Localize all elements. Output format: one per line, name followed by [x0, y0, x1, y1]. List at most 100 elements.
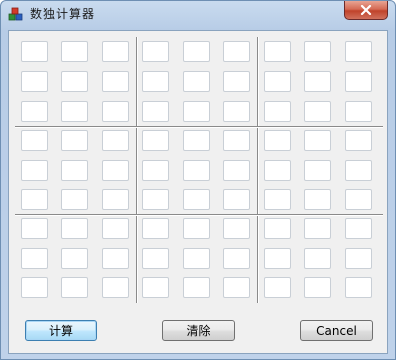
sudoku-cell[interactable] — [61, 248, 88, 270]
sudoku-cell-input[interactable] — [22, 220, 47, 240]
sudoku-cell-input[interactable] — [224, 103, 249, 123]
sudoku-cell[interactable] — [61, 277, 88, 299]
sudoku-cell[interactable] — [102, 101, 129, 123]
sudoku-cell[interactable] — [304, 101, 331, 123]
sudoku-cell-input[interactable] — [62, 220, 87, 240]
sudoku-cell[interactable] — [102, 277, 129, 299]
sudoku-cell-input[interactable] — [143, 220, 168, 240]
sudoku-cell-input[interactable] — [103, 132, 128, 152]
sudoku-cell-input[interactable] — [305, 103, 330, 123]
sudoku-cell-input[interactable] — [103, 220, 128, 240]
sudoku-cell[interactable] — [264, 71, 291, 93]
sudoku-cell[interactable] — [304, 248, 331, 270]
sudoku-cell[interactable] — [21, 160, 48, 182]
sudoku-cell-input[interactable] — [103, 73, 128, 93]
sudoku-cell[interactable] — [345, 218, 372, 240]
sudoku-cell[interactable] — [183, 248, 210, 270]
sudoku-cell[interactable] — [102, 41, 129, 63]
sudoku-cell-input[interactable] — [265, 132, 290, 152]
sudoku-cell-input[interactable] — [224, 279, 249, 299]
sudoku-cell[interactable] — [223, 41, 250, 63]
sudoku-cell-input[interactable] — [346, 103, 371, 123]
sudoku-cell-input[interactable] — [62, 191, 87, 211]
sudoku-cell[interactable] — [21, 248, 48, 270]
sudoku-cell-input[interactable] — [346, 43, 371, 63]
sudoku-cell[interactable] — [102, 160, 129, 182]
sudoku-cell-input[interactable] — [22, 250, 47, 270]
sudoku-cell[interactable] — [21, 277, 48, 299]
sudoku-cell-input[interactable] — [224, 43, 249, 63]
sudoku-cell-input[interactable] — [143, 73, 168, 93]
sudoku-cell-input[interactable] — [346, 132, 371, 152]
sudoku-cell[interactable] — [264, 248, 291, 270]
sudoku-cell[interactable] — [223, 160, 250, 182]
sudoku-cell[interactable] — [304, 218, 331, 240]
sudoku-cell[interactable] — [223, 277, 250, 299]
sudoku-cell[interactable] — [345, 130, 372, 152]
sudoku-cell-input[interactable] — [22, 132, 47, 152]
sudoku-cell[interactable] — [345, 41, 372, 63]
sudoku-cell[interactable] — [223, 101, 250, 123]
sudoku-cell-input[interactable] — [346, 73, 371, 93]
sudoku-cell[interactable] — [61, 218, 88, 240]
sudoku-cell[interactable] — [223, 130, 250, 152]
sudoku-cell-input[interactable] — [143, 132, 168, 152]
sudoku-cell-input[interactable] — [143, 191, 168, 211]
sudoku-cell[interactable] — [183, 160, 210, 182]
sudoku-cell-input[interactable] — [224, 250, 249, 270]
sudoku-cell-input[interactable] — [62, 103, 87, 123]
title-bar[interactable]: 数独计算器 — [1, 1, 395, 27]
sudoku-cell[interactable] — [142, 41, 169, 63]
sudoku-cell[interactable] — [183, 277, 210, 299]
cancel-button[interactable]: Cancel — [300, 320, 373, 341]
sudoku-cell-input[interactable] — [305, 162, 330, 182]
sudoku-cell-input[interactable] — [22, 73, 47, 93]
sudoku-cell-input[interactable] — [103, 43, 128, 63]
sudoku-cell[interactable] — [102, 189, 129, 211]
sudoku-cell[interactable] — [304, 189, 331, 211]
sudoku-cell[interactable] — [304, 130, 331, 152]
sudoku-cell-input[interactable] — [265, 43, 290, 63]
sudoku-cell[interactable] — [345, 71, 372, 93]
sudoku-cell[interactable] — [102, 248, 129, 270]
sudoku-cell-input[interactable] — [143, 43, 168, 63]
sudoku-cell-input[interactable] — [265, 279, 290, 299]
sudoku-cell[interactable] — [264, 130, 291, 152]
sudoku-cell[interactable] — [223, 248, 250, 270]
sudoku-cell[interactable] — [183, 218, 210, 240]
sudoku-cell-input[interactable] — [62, 132, 87, 152]
sudoku-cell-input[interactable] — [62, 250, 87, 270]
sudoku-cell-input[interactable] — [143, 103, 168, 123]
sudoku-cell-input[interactable] — [22, 43, 47, 63]
sudoku-cell-input[interactable] — [265, 250, 290, 270]
sudoku-cell[interactable] — [61, 160, 88, 182]
sudoku-cell-input[interactable] — [224, 73, 249, 93]
sudoku-cell[interactable] — [142, 160, 169, 182]
sudoku-cell-input[interactable] — [143, 162, 168, 182]
sudoku-cell[interactable] — [264, 218, 291, 240]
sudoku-cell[interactable] — [304, 41, 331, 63]
sudoku-cell-input[interactable] — [184, 103, 209, 123]
calculate-button[interactable]: 计算 — [25, 320, 97, 341]
sudoku-cell-input[interactable] — [184, 191, 209, 211]
sudoku-cell-input[interactable] — [346, 162, 371, 182]
sudoku-cell-input[interactable] — [224, 132, 249, 152]
sudoku-cell[interactable] — [142, 218, 169, 240]
sudoku-cell[interactable] — [21, 130, 48, 152]
sudoku-cell-input[interactable] — [265, 220, 290, 240]
sudoku-cell-input[interactable] — [143, 279, 168, 299]
close-button[interactable] — [344, 1, 388, 20]
sudoku-cell[interactable] — [61, 71, 88, 93]
sudoku-cell-input[interactable] — [103, 279, 128, 299]
sudoku-cell[interactable] — [183, 41, 210, 63]
sudoku-cell[interactable] — [223, 218, 250, 240]
sudoku-cell[interactable] — [61, 130, 88, 152]
sudoku-cell[interactable] — [102, 71, 129, 93]
sudoku-cell[interactable] — [21, 101, 48, 123]
sudoku-cell[interactable] — [264, 277, 291, 299]
sudoku-cell-input[interactable] — [62, 43, 87, 63]
sudoku-cell-input[interactable] — [62, 279, 87, 299]
sudoku-cell-input[interactable] — [305, 220, 330, 240]
sudoku-cell-input[interactable] — [305, 43, 330, 63]
sudoku-cell[interactable] — [264, 189, 291, 211]
